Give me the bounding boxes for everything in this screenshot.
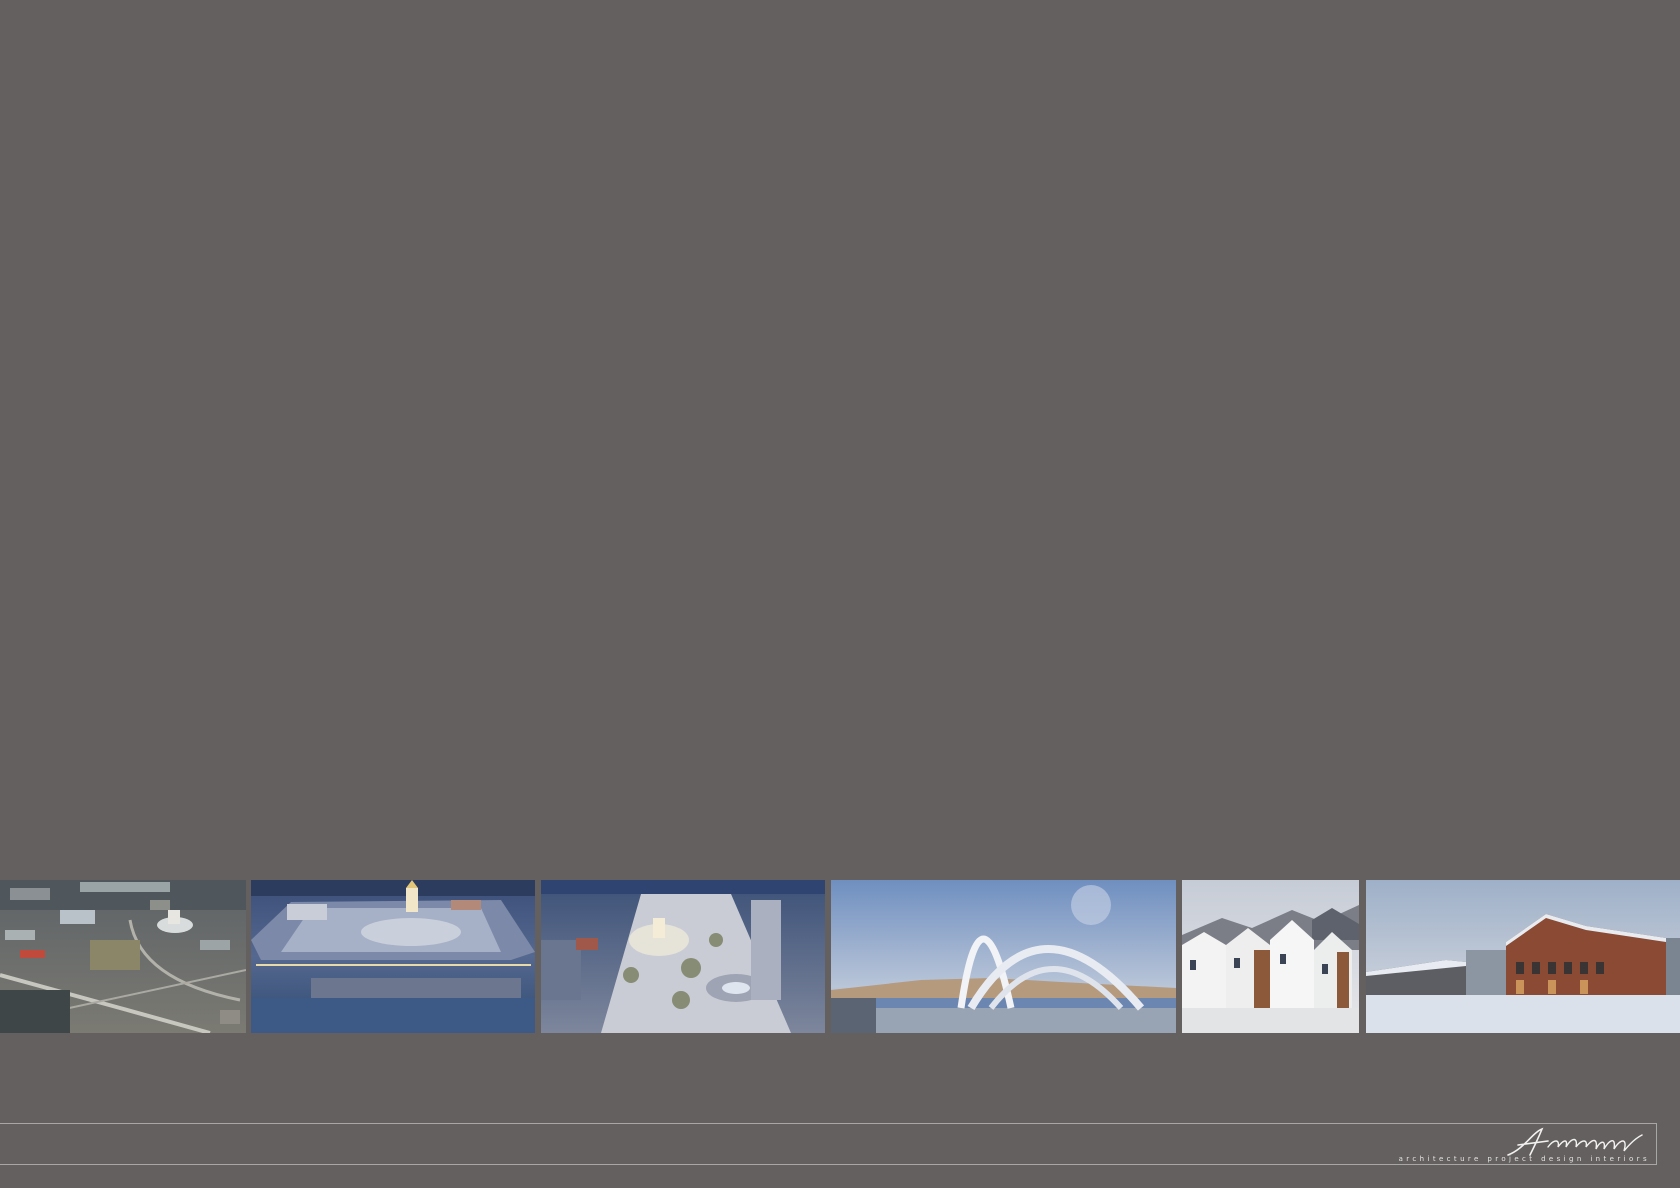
night-square-render-1 <box>251 880 535 1033</box>
arches-render <box>831 880 1176 1033</box>
signature-logo-mark <box>1507 1127 1643 1156</box>
townhouses-render <box>1182 880 1359 1033</box>
aerial-town-photo <box>0 880 246 1033</box>
night-square-render-2 <box>541 880 825 1033</box>
footer-rule-right <box>1656 1123 1657 1165</box>
logo-tagline: architecture project design interiors <box>1398 1155 1650 1163</box>
footer-rule-top <box>0 1123 1657 1124</box>
brick-building-render <box>1366 880 1680 1033</box>
image-gallery-strip <box>0 880 1680 1033</box>
presentation-page: architecture project design interiors <box>0 0 1680 1188</box>
archigraph-logo: architecture project design interiors <box>1364 1125 1654 1165</box>
